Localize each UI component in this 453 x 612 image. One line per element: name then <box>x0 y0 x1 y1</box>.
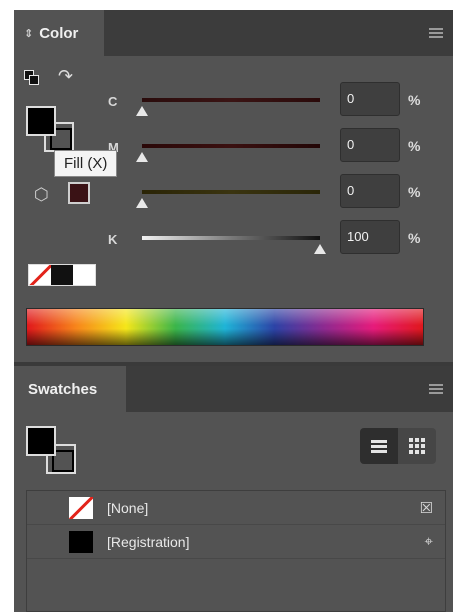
percent-unit: % <box>408 138 421 154</box>
slider-track[interactable] <box>142 190 320 194</box>
white-swatch[interactable] <box>73 265 95 285</box>
none-chip <box>69 497 93 519</box>
swatches-panel: Swatches [None] ☒ [Registration] ⌖ <box>14 366 453 612</box>
list-icon <box>371 438 387 455</box>
slider-thumb[interactable] <box>314 244 326 254</box>
black-swatch[interactable] <box>51 265 73 285</box>
swatches-tabbar: Swatches <box>14 366 453 412</box>
swatch-name: [None] <box>107 500 149 516</box>
view-toggle <box>360 428 436 464</box>
color-tabbar: ⇕ Color <box>14 10 453 56</box>
fill-swatch[interactable] <box>26 426 56 456</box>
list-view-button[interactable] <box>360 428 398 464</box>
tab-color[interactable]: ⇕ Color <box>14 10 104 56</box>
tooltip: Fill (X) <box>54 150 118 177</box>
swap-fill-stroke-icon[interactable]: ↷ <box>58 67 73 85</box>
list-item[interactable]: [None] ☒ <box>27 491 445 525</box>
panel-menu-icon[interactable] <box>429 384 443 394</box>
slider-black[interactable]: K 100 % <box>108 220 438 254</box>
fill-swatch[interactable] <box>26 106 56 136</box>
no-edit-icon: ☒ <box>419 500 433 517</box>
registration-target-icon: ⌖ <box>424 533 433 550</box>
percent-unit: % <box>408 184 421 200</box>
swatch-name: [Registration] <box>107 534 190 550</box>
default-fill-stroke-icon[interactable] <box>24 70 40 86</box>
grid-icon <box>409 438 425 454</box>
color-spectrum-ramp[interactable] <box>26 308 424 346</box>
last-color-swatch[interactable] <box>68 182 90 204</box>
color-panel: ⇕ Color ↷ Fill (X) ⬡ C 0 % M 0 % Y 0 % K… <box>14 10 453 362</box>
slider-track[interactable] <box>142 144 320 148</box>
slider-value-field[interactable]: 0 <box>340 128 400 162</box>
panel-menu-icon[interactable] <box>429 28 443 38</box>
slider-label: C <box>108 94 118 109</box>
collapse-chevron-icon[interactable]: ⇕ <box>24 27 33 40</box>
tab-swatches[interactable]: Swatches <box>14 366 126 412</box>
slider-thumb[interactable] <box>136 152 148 162</box>
slider-cyan[interactable]: C 0 % <box>108 82 438 116</box>
percent-unit: % <box>408 230 421 246</box>
grid-view-button[interactable] <box>398 428 436 464</box>
slider-value-field[interactable]: 0 <box>340 174 400 208</box>
list-item[interactable]: [Registration] ⌖ <box>27 525 445 559</box>
registration-chip <box>69 531 93 553</box>
none-swatch[interactable] <box>29 265 51 285</box>
slider-thumb[interactable] <box>136 106 148 116</box>
slider-value-field[interactable]: 100 <box>340 220 400 254</box>
slider-track[interactable] <box>142 98 320 102</box>
swatch-list[interactable]: [None] ☒ [Registration] ⌖ <box>26 490 446 612</box>
slider-yellow[interactable]: Y 0 % <box>108 174 438 208</box>
quick-swatches <box>28 264 96 286</box>
slider-value-field[interactable]: 0 <box>340 82 400 116</box>
slider-track[interactable] <box>142 236 320 240</box>
slider-magenta[interactable]: M 0 % <box>108 128 438 162</box>
out-of-gamut-cube-icon[interactable]: ⬡ <box>34 185 49 205</box>
slider-thumb[interactable] <box>136 198 148 208</box>
tab-color-label: Color <box>39 24 79 42</box>
slider-label: K <box>108 232 118 247</box>
tab-swatches-label: Swatches <box>28 380 98 398</box>
percent-unit: % <box>408 92 421 108</box>
